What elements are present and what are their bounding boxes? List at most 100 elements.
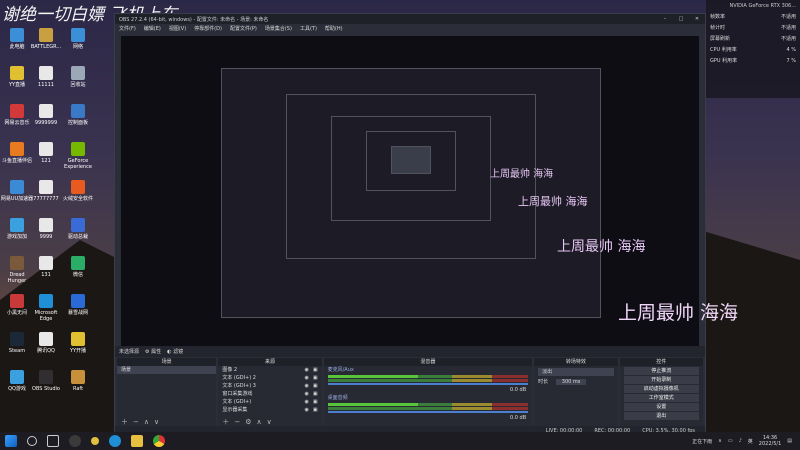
eye-icon[interactable]: ◉ bbox=[304, 390, 308, 398]
lock-icon[interactable]: ▣ bbox=[313, 374, 318, 382]
menu-docks[interactable]: 停靠部件(D) bbox=[194, 25, 222, 32]
volume-icon[interactable]: ♪ bbox=[739, 438, 742, 444]
gear-icon[interactable]: ⚙ bbox=[245, 418, 251, 426]
source-item[interactable]: 显示器采集 ◉ ▣ bbox=[218, 406, 321, 414]
app-icon bbox=[39, 142, 53, 156]
lock-icon[interactable]: ▣ bbox=[313, 398, 318, 406]
desktop-icon[interactable]: 131 bbox=[29, 256, 63, 278]
move-down-icon[interactable]: ∨ bbox=[267, 418, 272, 426]
source-item[interactable]: 窗口采集游戏 ◉ ▣ bbox=[218, 390, 321, 398]
menu-view[interactable]: 视图(V) bbox=[169, 25, 186, 32]
eye-icon[interactable]: ◉ bbox=[304, 398, 308, 406]
desktop-icon[interactable]: 暴雪战网 bbox=[61, 294, 95, 316]
control-button[interactable]: 工作室模式 bbox=[623, 394, 699, 402]
sources-footer: ＋ − ⚙ ∧ ∨ bbox=[218, 417, 321, 426]
control-button[interactable]: 启动虚拟摄像机 bbox=[623, 385, 699, 393]
app-icon bbox=[39, 180, 53, 194]
clock[interactable]: 14:36 2022/5/1 bbox=[759, 435, 781, 447]
desktop-icon[interactable]: OBS Studio bbox=[29, 370, 63, 392]
desktop-icon[interactable]: 微信 bbox=[61, 256, 95, 278]
obs-window[interactable]: OBS 27.2.4 (64-bit, windows) - 配置文件: 未命名… bbox=[114, 13, 706, 437]
maximize-icon[interactable]: □ bbox=[673, 16, 689, 22]
desktop-icon[interactable]: 121 bbox=[29, 142, 63, 164]
desktop-icon[interactable]: 11111 bbox=[29, 66, 63, 88]
minimize-icon[interactable]: – bbox=[657, 16, 673, 22]
move-up-icon[interactable]: ∧ bbox=[256, 418, 261, 426]
control-button[interactable]: 开始录制 bbox=[623, 376, 699, 384]
eye-icon[interactable]: ◉ bbox=[304, 366, 308, 374]
desktop-icon[interactable]: 驱动总裁 bbox=[61, 218, 95, 240]
task-view-icon[interactable] bbox=[47, 435, 59, 447]
lock-icon[interactable]: ▣ bbox=[313, 406, 318, 414]
remove-icon[interactable]: − bbox=[133, 418, 139, 426]
preview-canvas[interactable] bbox=[121, 36, 699, 346]
scenes-dock: 场景 场景 ＋ − ∧ ∨ bbox=[117, 358, 217, 427]
notification-icon[interactable]: ▤ bbox=[787, 438, 792, 444]
transition-select[interactable]: 淡出 bbox=[538, 368, 614, 376]
control-button[interactable]: 设置 bbox=[623, 403, 699, 411]
lock-icon[interactable]: ▣ bbox=[313, 382, 318, 390]
desktop-icon[interactable]: 回收站 bbox=[61, 66, 95, 88]
desktop-icon[interactable]: 腾讯QQ bbox=[29, 332, 63, 354]
move-down-icon[interactable]: ∨ bbox=[154, 418, 159, 426]
obs-title-bar[interactable]: OBS 27.2.4 (64-bit, windows) - 配置文件: 未命名… bbox=[115, 14, 705, 24]
menu-file[interactable]: 文件(F) bbox=[119, 25, 136, 32]
filters-button[interactable]: ◐ 滤镜 bbox=[167, 348, 183, 355]
scene-item[interactable]: 场景 bbox=[117, 366, 217, 374]
search-icon[interactable] bbox=[27, 436, 37, 446]
perf-label: 屏幕刷新 bbox=[710, 36, 731, 42]
control-button[interactable]: 退出 bbox=[623, 412, 699, 420]
source-item[interactable]: 文本 (GDI+) 2 ◉ ▣ bbox=[218, 374, 321, 382]
source-item[interactable]: 文本 (GDI+) ◉ ▣ bbox=[218, 398, 321, 406]
desktop-icon[interactable]: 77777777 bbox=[29, 180, 63, 202]
desktop-icon[interactable]: 9999999 bbox=[29, 104, 63, 126]
control-button[interactable]: 停止推流 bbox=[623, 367, 699, 375]
remove-icon[interactable]: − bbox=[234, 418, 240, 426]
chrome-taskbar-icon[interactable] bbox=[153, 435, 165, 447]
desktop-icon[interactable]: YY开播 bbox=[61, 332, 95, 354]
obs-taskbar-icon[interactable] bbox=[69, 435, 81, 447]
chevron-up-icon[interactable]: ∧ bbox=[718, 438, 722, 444]
desktop-icon[interactable]: 控制面板 bbox=[61, 104, 95, 126]
eye-icon[interactable]: ◉ bbox=[304, 406, 308, 414]
volume-slider[interactable] bbox=[327, 411, 529, 413]
network-icon[interactable]: ▭ bbox=[728, 438, 733, 444]
desktop-icon-label: 驱动总裁 bbox=[67, 234, 88, 240]
eye-icon[interactable]: ◉ bbox=[304, 382, 308, 390]
desktop-icon[interactable]: Raft bbox=[61, 370, 95, 392]
menu-profile[interactable]: 配置文件(P) bbox=[230, 25, 257, 32]
add-icon[interactable]: ＋ bbox=[121, 417, 128, 427]
properties-button[interactable]: ⚙ 属性 bbox=[145, 348, 161, 355]
desktop-icon[interactable]: GeForce Experience bbox=[61, 142, 95, 170]
lock-icon[interactable]: ▣ bbox=[313, 366, 318, 374]
windows-start-icon[interactable] bbox=[5, 435, 17, 447]
mixer-header: 混音器 bbox=[323, 358, 533, 366]
desktop-icon[interactable]: 火绒安全软件 bbox=[61, 180, 95, 202]
menu-edit[interactable]: 编辑(E) bbox=[144, 25, 161, 32]
source-item[interactable]: 文本 (GDI+) 3 ◉ ▣ bbox=[218, 382, 321, 390]
desktop-icon[interactable]: BATTLEGR... bbox=[29, 28, 63, 50]
volume-slider[interactable] bbox=[327, 383, 529, 385]
add-icon[interactable]: ＋ bbox=[222, 417, 229, 427]
source-item[interactable]: 图像 2 ◉ ▣ bbox=[218, 366, 321, 374]
system-tray: 正在下雨 ∧ ▭ ♪ 英 14:36 2022/5/1 ▤ bbox=[692, 435, 800, 447]
source-item-label: 文本 (GDI+) bbox=[222, 399, 252, 405]
desktop-icon[interactable]: 网络 bbox=[61, 28, 95, 50]
edge-taskbar-icon[interactable] bbox=[109, 435, 121, 447]
source-list: 图像 2 ◉ ▣ 文本 (GDI+) 2 ◉ ▣ 文本 (GDI+) 3 ◉ ▣ 窗口采集游戏 ◉ ▣… bbox=[218, 366, 321, 414]
ime-indicator[interactable]: 英 bbox=[748, 438, 753, 445]
watermark-text: 上周最帅 海海 bbox=[557, 239, 646, 255]
menu-help[interactable]: 帮助(H) bbox=[325, 25, 343, 32]
close-icon[interactable]: ✕ bbox=[689, 16, 705, 22]
eye-icon[interactable]: ◉ bbox=[304, 374, 308, 382]
desktop-icon[interactable]: 9999 bbox=[29, 218, 63, 240]
lightbulb-taskbar-icon[interactable] bbox=[91, 437, 99, 445]
menu-tools[interactable]: 工具(T) bbox=[300, 25, 317, 32]
move-up-icon[interactable]: ∧ bbox=[144, 418, 149, 426]
folder-taskbar-icon[interactable] bbox=[131, 435, 143, 447]
menu-scene-collection[interactable]: 场景集合(S) bbox=[265, 25, 292, 32]
lock-icon[interactable]: ▣ bbox=[313, 390, 318, 398]
weather-status[interactable]: 正在下雨 bbox=[692, 438, 712, 445]
transition-duration[interactable]: 时长 300 ms bbox=[534, 378, 617, 386]
desktop-icon[interactable]: Microsoft Edge bbox=[29, 294, 63, 322]
